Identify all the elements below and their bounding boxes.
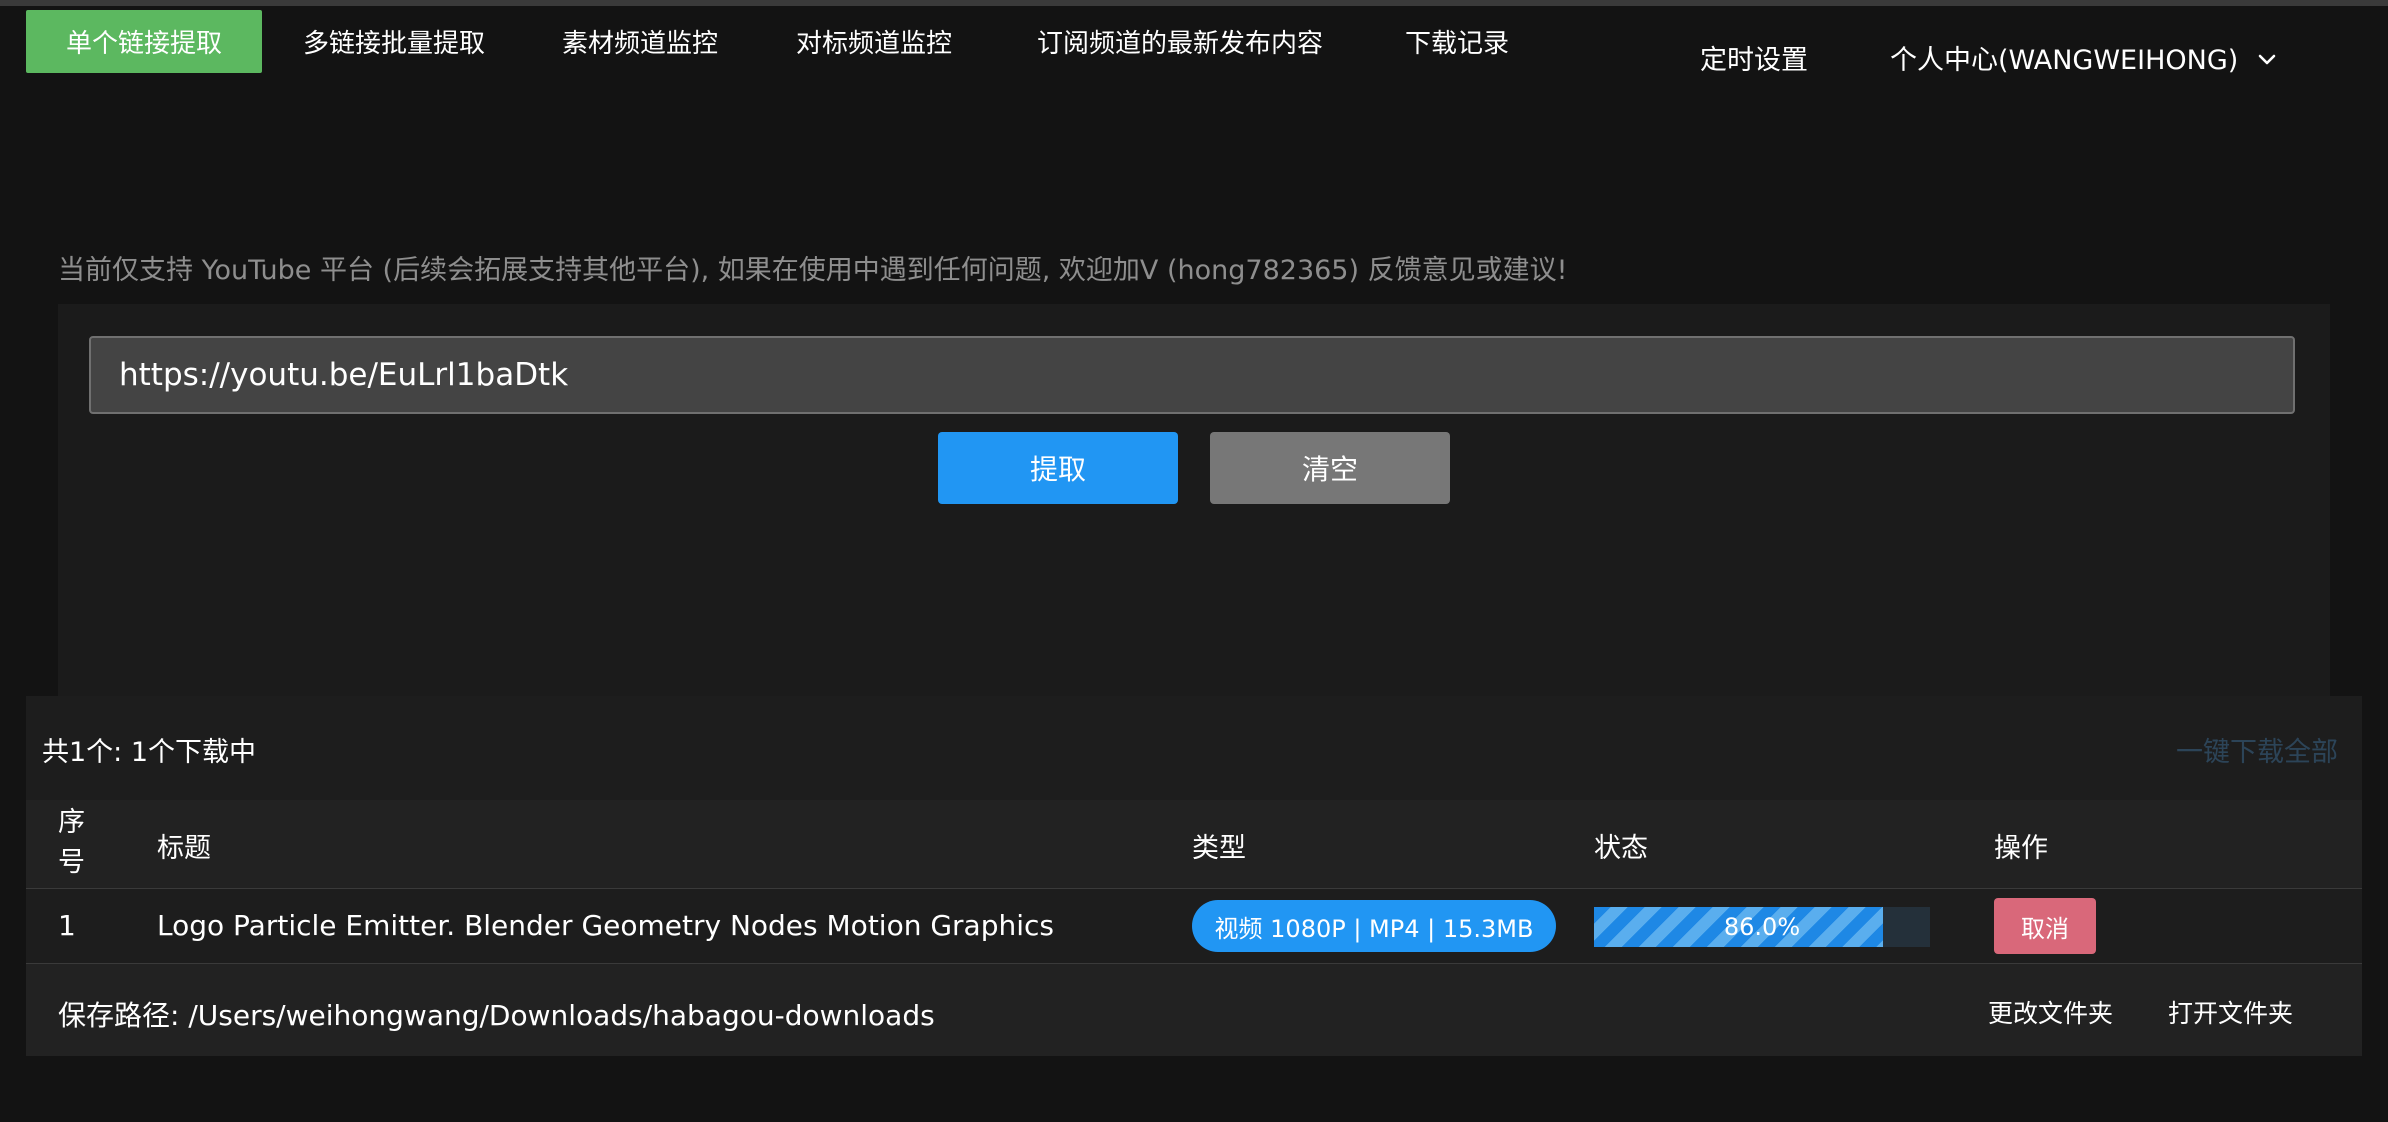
row-title: Logo Particle Emitter. Blender Geometry … <box>157 909 1054 942</box>
tab-single-link-extract[interactable]: 单个链接提取 <box>26 10 262 73</box>
schedule-settings-link[interactable]: 定时设置 <box>1700 26 1808 88</box>
clear-button[interactable]: 清空 <box>1210 432 1450 504</box>
extract-button[interactable]: 提取 <box>938 432 1178 504</box>
column-header-action: 操作 <box>1994 833 2048 864</box>
download-progress-text: 86.0% <box>1723 913 1801 941</box>
table-header: 序号 标题 类型 状态 操作 <box>26 800 2362 889</box>
schedule-settings-label: 定时设置 <box>1700 44 1808 76</box>
type-badge: 视频 1080P | MP4 | 15.3MB <box>1192 900 1556 952</box>
download-list: 共1个: 1个下载中 一键下载全部 序号 标题 类型 状态 操作 1 Logo … <box>26 696 2362 1056</box>
change-folder-button[interactable]: 更改文件夹 <box>1988 994 2113 1030</box>
tab-benchmark-channel-monitor[interactable]: 对标频道监控 <box>784 10 964 73</box>
top-nav: 单个链接提取 多链接批量提取 素材频道监控 对标频道监控 订阅频道的最新发布内容… <box>0 0 2388 100</box>
tab-material-channel-monitor[interactable]: 素材频道监控 <box>550 10 730 73</box>
open-folder-button[interactable]: 打开文件夹 <box>2168 994 2293 1030</box>
chevron-down-icon <box>2256 46 2278 68</box>
download-progress-bar: 86.0% <box>1594 907 1930 947</box>
column-header-title: 标题 <box>157 833 211 864</box>
cancel-download-button[interactable]: 取消 <box>1994 898 2096 954</box>
extract-panel: 提取 清空 <box>58 304 2330 696</box>
table-row: 1 Logo Particle Emitter. Blender Geometr… <box>26 889 2362 964</box>
save-path-footer: 保存路径: /Users/weihongwang/Downloads/habag… <box>26 964 2362 1056</box>
column-header-type: 类型 <box>1192 833 1246 864</box>
save-path-text: 保存路径: /Users/weihongwang/Downloads/habag… <box>58 999 935 1032</box>
support-notice: 当前仅支持 YouTube 平台 (后续会拓展支持其他平台), 如果在使用中遇到… <box>58 255 1568 286</box>
column-header-index: 序号 <box>58 807 85 878</box>
tab-batch-extract[interactable]: 多链接批量提取 <box>290 10 498 73</box>
profile-label: 个人中心(WANGWEIHONG) <box>1890 44 2239 76</box>
url-input[interactable] <box>89 336 2295 414</box>
profile-menu[interactable]: 个人中心(WANGWEIHONG) <box>1890 26 2278 88</box>
tab-subscription-latest[interactable]: 订阅频道的最新发布内容 <box>1022 10 1338 73</box>
download-summary: 共1个: 1个下载中 <box>42 737 257 768</box>
download-all-button[interactable]: 一键下载全部 <box>2176 730 2338 769</box>
row-index: 1 <box>58 909 76 942</box>
column-header-status: 状态 <box>1594 833 1648 864</box>
tab-download-history[interactable]: 下载记录 <box>1396 10 1518 73</box>
